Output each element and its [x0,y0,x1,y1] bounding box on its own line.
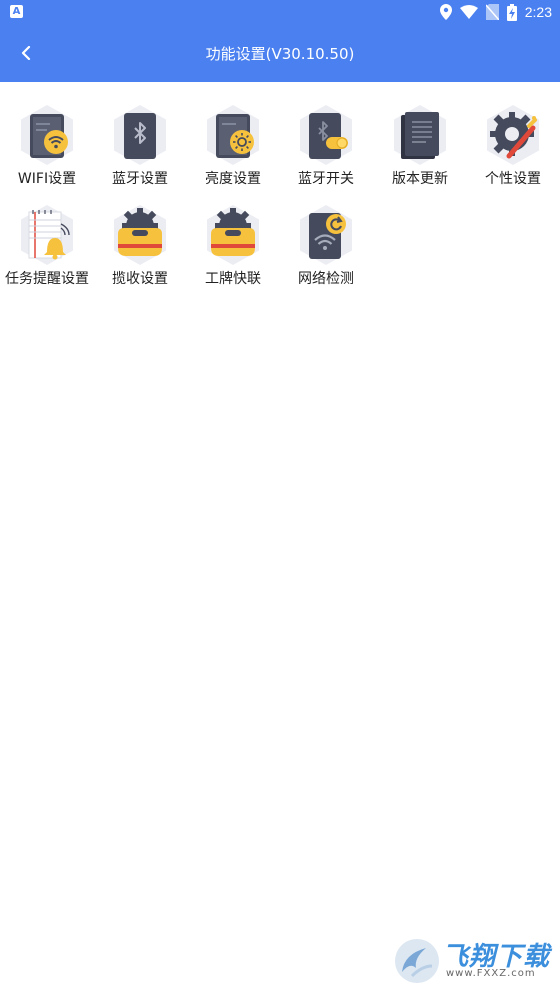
task-reminder-icon [21,205,73,265]
pickup-settings-icon [114,205,166,265]
app-notification-icon: A [10,5,23,18]
tile-bluetooth-toggle[interactable]: 蓝牙开关 [279,100,373,200]
tile-label: 亮度设置 [205,171,261,187]
bluetooth-settings-icon [114,105,166,165]
tile-wifi-settings[interactable]: WIFI设置 [0,100,94,200]
page-title: 功能设置(V30.10.50) [205,45,355,63]
tile-bluetooth-settings[interactable]: 蓝牙设置 [93,100,187,200]
tile-network-check[interactable]: 网络检测 [279,200,373,300]
tile-badge-quick-link[interactable]: 工牌快联 [186,200,280,300]
watermark-url: www.FXXZ.com [446,968,536,979]
no-sim-icon [485,4,499,20]
badge-quick-link-icon [207,205,259,265]
watermark-logo: 飞翔下载 www.FXXZ.com [392,934,552,988]
tile-label: WIFI设置 [17,171,77,187]
status-bar: A 2:23 [0,0,560,24]
version-update-icon [394,105,446,165]
clock: 2:23 [524,4,552,20]
tile-label: 蓝牙开关 [298,171,354,187]
watermark-emblem-icon [395,939,439,983]
location-icon [439,4,452,20]
tile-personalization[interactable]: 个性设置 [466,100,560,200]
tile-label: 任务提醒设置 [5,271,89,287]
brightness-settings-icon [207,105,259,165]
tile-label: 工牌快联 [205,271,261,287]
tile-version-update[interactable]: 版本更新 [373,100,467,200]
tile-task-reminder[interactable]: 任务提醒设置 [0,200,94,300]
wifi-signal-icon [459,5,478,19]
tile-label: 网络检测 [298,271,354,287]
tile-pickup-settings[interactable]: 揽收设置 [93,200,187,300]
battery-icon [506,3,517,21]
title-bar: 功能设置(V30.10.50) [0,24,560,82]
tile-label: 个性设置 [485,171,541,187]
tile-label: 揽收设置 [112,271,168,287]
wifi-settings-icon [21,105,73,165]
tile-brightness-settings[interactable]: 亮度设置 [186,100,280,200]
tile-label: 版本更新 [392,171,448,187]
tile-label: 蓝牙设置 [112,171,168,187]
bluetooth-toggle-icon [300,105,352,165]
personalization-icon [487,105,539,165]
network-check-icon [300,205,352,265]
